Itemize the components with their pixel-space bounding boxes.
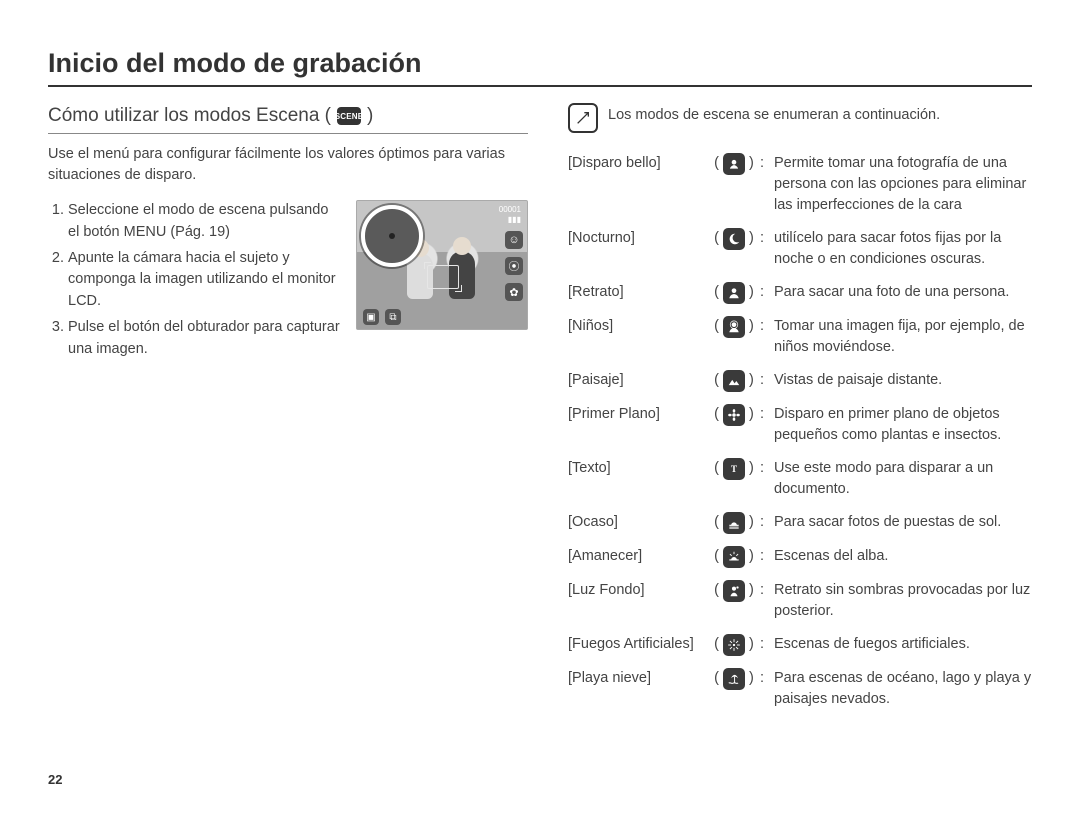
mode-row: [Amanecer]():Escenas del alba. — [568, 546, 1032, 568]
mode-row: [Retrato]():Para sacar una foto de una p… — [568, 282, 1032, 304]
step-item: Apunte la cámara hacia el sujeto y compo… — [68, 248, 342, 313]
mode-label: [Ocaso] — [568, 512, 708, 533]
osd-icon: ⧉ — [385, 309, 401, 325]
steps-list: Seleccione el modo de escena pulsando el… — [68, 200, 342, 360]
intro-text: Use el menú para configurar fácilmente l… — [48, 144, 528, 186]
scene-mode-icon: SCENE — [337, 107, 361, 125]
mode-description: Para sacar una foto de una persona. — [774, 282, 1032, 303]
beauty-icon — [723, 153, 745, 175]
note-icon — [568, 103, 598, 133]
text-icon — [723, 458, 745, 480]
mode-description: Para sacar fotos de puestas de sol. — [774, 512, 1032, 533]
colon: : — [760, 668, 774, 689]
mode-icon-wrap: () — [708, 580, 760, 602]
mode-icon-wrap: () — [708, 370, 760, 392]
beach-icon — [723, 668, 745, 690]
osd-icon: ⦿ — [505, 257, 523, 275]
colon: : — [760, 153, 774, 174]
osd-icon: ☺ — [505, 231, 523, 249]
mode-description: Vistas de paisaje distante. — [774, 370, 1032, 391]
colon: : — [760, 370, 774, 391]
night-icon — [723, 228, 745, 250]
mode-icon-wrap: () — [708, 458, 760, 480]
osd-top-right: 00001 ▮▮▮ — [499, 205, 521, 224]
colon: : — [760, 546, 774, 567]
colon: : — [760, 634, 774, 655]
mode-label: [Fuegos Artificiales] — [568, 634, 708, 655]
step-item: Pulse el botón del obturador para captur… — [68, 317, 342, 361]
mode-icon-wrap: () — [708, 512, 760, 534]
children-icon — [723, 316, 745, 338]
mode-label: [Playa nieve] — [568, 668, 708, 689]
colon: : — [760, 580, 774, 601]
mode-label: [Primer Plano] — [568, 404, 708, 425]
mode-icon-wrap: () — [708, 228, 760, 250]
mode-row: [Fuegos Artificiales]():Escenas de fuego… — [568, 634, 1032, 656]
mode-description: utilícelo para sacar fotos fijas por la … — [774, 228, 1032, 270]
mode-row: [Luz Fondo]():Retrato sin sombras provoc… — [568, 580, 1032, 622]
colon: : — [760, 316, 774, 337]
mode-description: Escenas de fuegos artificiales. — [774, 634, 1032, 655]
fireworks-icon — [723, 634, 745, 656]
mode-row: [Texto]():Use este modo para disparar a … — [568, 458, 1032, 500]
mode-icon-wrap: () — [708, 282, 760, 304]
sunrise-icon — [723, 546, 745, 568]
mode-label: [Retrato] — [568, 282, 708, 303]
mode-description: Escenas del alba. — [774, 546, 1032, 567]
mode-row: [Playa nieve]():Para escenas de océano, … — [568, 668, 1032, 710]
mode-row: [Primer Plano]():Disparo en primer plano… — [568, 404, 1032, 446]
portrait-icon — [723, 282, 745, 304]
mode-dial-icon — [361, 205, 423, 267]
mode-label: [Amanecer] — [568, 546, 708, 567]
mode-description: Para escenas de océano, lago y playa y p… — [774, 668, 1032, 710]
mode-row: [Niños]():Tomar una imagen fija, por eje… — [568, 316, 1032, 358]
osd-right-icons: ☺ ⦿ ✿ — [505, 231, 523, 301]
mode-label: [Texto] — [568, 458, 708, 479]
page-title: Inicio del modo de grabación — [48, 48, 1032, 87]
mode-icon-wrap: () — [708, 546, 760, 568]
mode-icon-wrap: () — [708, 316, 760, 338]
page-number: 22 — [48, 772, 62, 787]
osd-icon: ▣ — [363, 309, 379, 325]
mode-description: Tomar una imagen fija, por ejemplo, de n… — [774, 316, 1032, 358]
subheading: Cómo utilizar los modos Escena ( SCENE ) — [48, 105, 528, 134]
colon: : — [760, 458, 774, 479]
mode-description: Retrato sin sombras provocadas por luz p… — [774, 580, 1032, 622]
mode-label: [Nocturno] — [568, 228, 708, 249]
colon: : — [760, 282, 774, 303]
mode-label: [Disparo bello] — [568, 153, 708, 174]
mode-row: [Disparo bello]():Permite tomar una foto… — [568, 153, 1032, 216]
colon: : — [760, 404, 774, 425]
mode-description: Permite tomar una fotografía de una pers… — [774, 153, 1032, 216]
mode-label: [Luz Fondo] — [568, 580, 708, 601]
sunset-icon — [723, 512, 745, 534]
mode-description: Disparo en primer plano de objetos peque… — [774, 404, 1032, 446]
mode-row: [Ocaso]():Para sacar fotos de puestas de… — [568, 512, 1032, 534]
step-item: Seleccione el modo de escena pulsando el… — [68, 200, 342, 244]
osd-icon: ✿ — [505, 283, 523, 301]
osd-bottom-icons: ▣ ⧉ — [363, 309, 401, 325]
af-frame-icon — [427, 265, 459, 289]
right-column: Los modos de escena se enumeran a contin… — [568, 105, 1032, 722]
lcd-preview: 00001 ▮▮▮ ☺ ⦿ ✿ ▣ ⧉ — [356, 200, 528, 330]
mode-row: [Paisaje]():Vistas de paisaje distante. — [568, 370, 1032, 392]
mode-icon-wrap: () — [708, 634, 760, 656]
colon: : — [760, 512, 774, 533]
backlight-icon — [723, 580, 745, 602]
mode-icon-wrap: () — [708, 668, 760, 690]
mode-description: Use este modo para disparar a un documen… — [774, 458, 1032, 500]
mode-label: [Paisaje] — [568, 370, 708, 391]
mode-row: [Nocturno]():utilícelo para sacar fotos … — [568, 228, 1032, 270]
mode-icon-wrap: () — [708, 153, 760, 175]
subheading-suffix: ) — [367, 105, 373, 127]
left-column: Cómo utilizar los modos Escena ( SCENE )… — [48, 105, 528, 722]
landscape-icon — [723, 370, 745, 392]
mode-label: [Niños] — [568, 316, 708, 337]
subheading-prefix: Cómo utilizar los modos Escena ( — [48, 105, 331, 127]
closeup-icon — [723, 404, 745, 426]
mode-icon-wrap: () — [708, 404, 760, 426]
note-text: Los modos de escena se enumeran a contin… — [608, 105, 940, 125]
colon: : — [760, 228, 774, 249]
